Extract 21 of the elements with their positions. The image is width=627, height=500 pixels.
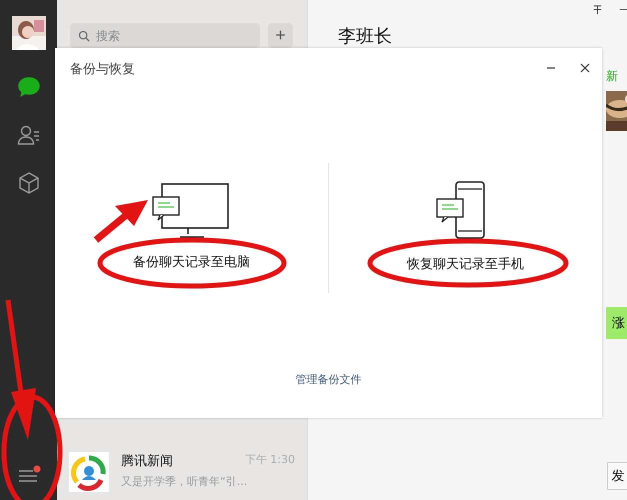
conversation-item[interactable]: 腾讯新闻 下午 1:30 又是开学季，听青年“引... (57, 442, 307, 500)
close-icon[interactable] (580, 63, 590, 73)
search-icon (78, 30, 90, 42)
annotation-arrow (94, 200, 148, 243)
search-field[interactable]: 搜索 (70, 23, 260, 48)
option-button[interactable]: 恢复聊天记录至手机 (405, 253, 526, 275)
message-text: 新 (606, 68, 618, 85)
manage-backup-link[interactable]: 管理备份文件 (290, 371, 368, 388)
dialog-title: 备份与恢复 (70, 61, 136, 78)
chat-title: 李班长 (338, 25, 392, 49)
pin-icon[interactable] (592, 4, 603, 15)
computer-message-icon (152, 183, 232, 239)
avatar (12, 16, 46, 50)
add-button[interactable]: + (268, 23, 293, 48)
conversation-time: 下午 1:30 (244, 452, 295, 468)
news-avatar (69, 452, 109, 492)
message-bubble: 涨 (606, 307, 627, 339)
send-button[interactable]: 发 (607, 462, 627, 490)
option-button[interactable]: 备份聊天记录至电脑 (131, 251, 252, 273)
conversation-preview: 又是开学季，听青年“引... (121, 474, 248, 489)
conversation-name: 腾讯新闻 (121, 453, 173, 470)
